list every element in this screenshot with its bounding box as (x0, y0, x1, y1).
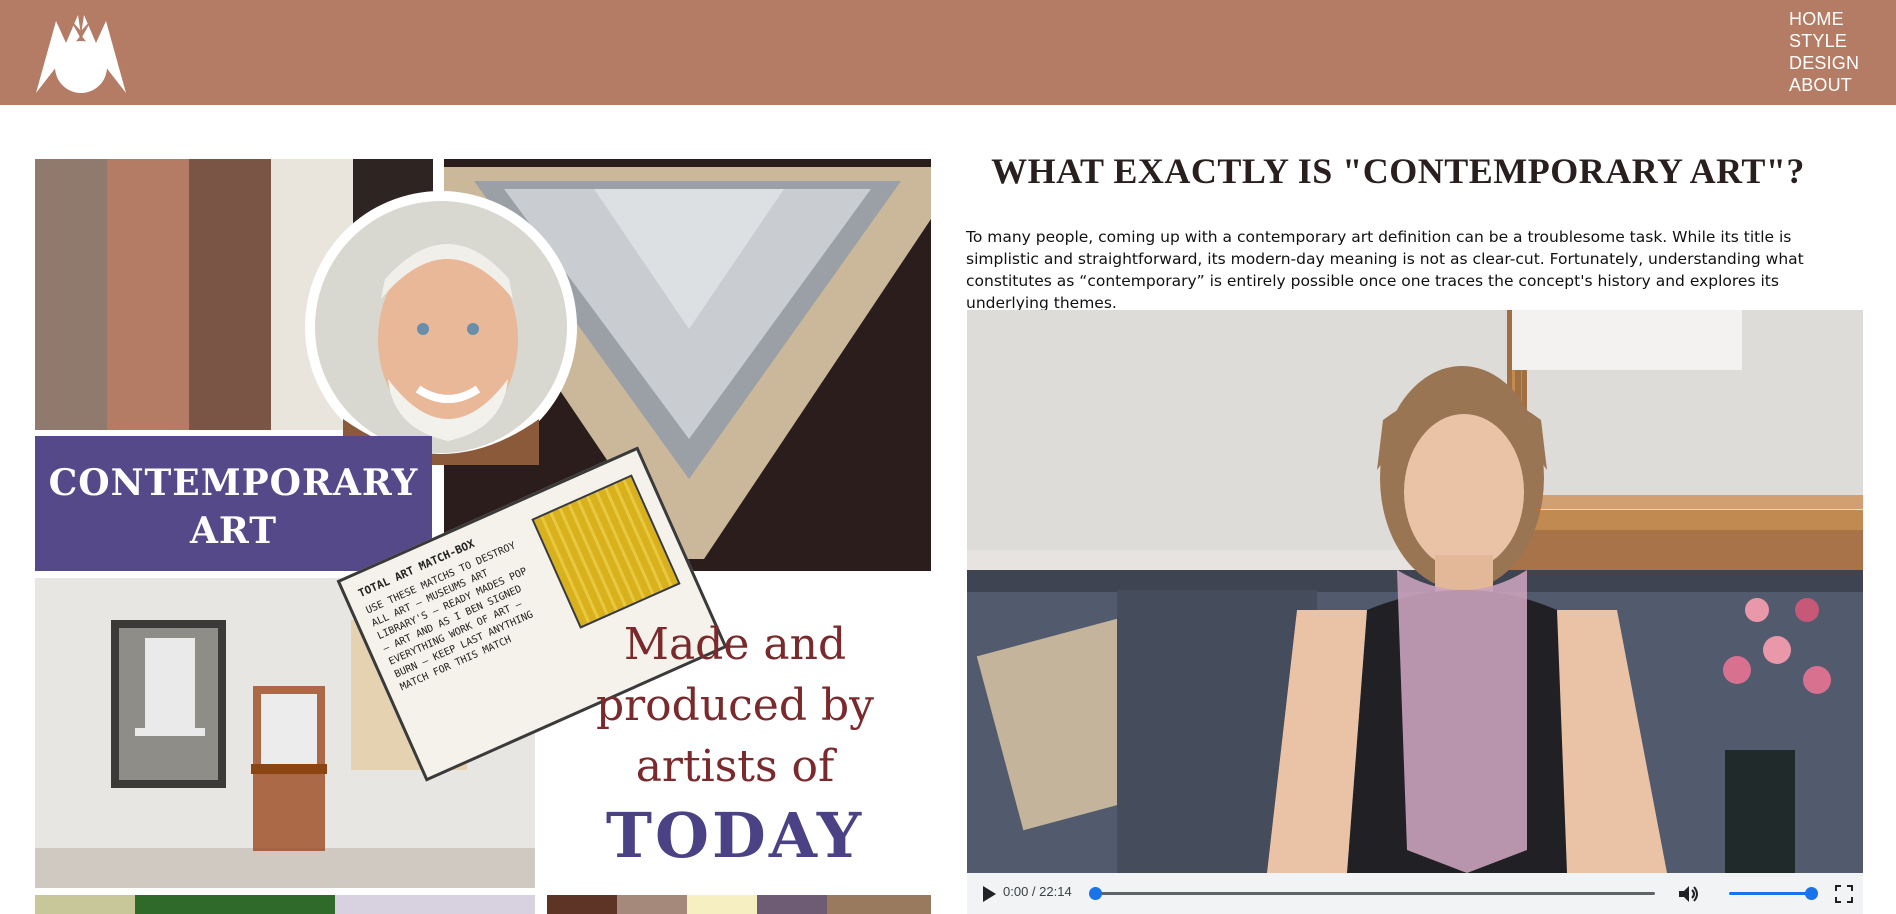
palette-swatch (547, 895, 617, 914)
palette-stripe (35, 159, 107, 430)
video-progress-thumb[interactable] (1089, 887, 1102, 900)
today-text: TODAY (605, 799, 865, 872)
palette-stripe (189, 159, 271, 430)
palette-swatch (757, 895, 827, 914)
nav-design[interactable]: DESIGN (1789, 52, 1859, 74)
article-title: WHAT EXACTLY IS "CONTEMPORARY ART"? (991, 151, 1805, 191)
site-header: HOME STYLE DESIGN ABOUT (0, 0, 1896, 105)
video-time: 0:00 / 22:14 (1003, 884, 1072, 899)
banner-line: ART (189, 510, 277, 552)
video-progress-bar[interactable] (1095, 892, 1655, 895)
fullscreen-icon[interactable] (1835, 885, 1853, 903)
video-frame (967, 310, 1863, 873)
article-intro: To many people, coming up with a contemp… (966, 228, 1804, 312)
made-line: Made and (623, 619, 847, 670)
palette-stripe (107, 159, 189, 430)
nav-home[interactable]: HOME (1789, 8, 1859, 30)
volume-slider[interactable] (1729, 892, 1812, 895)
banner-title: CONTEMPORARY ART (35, 459, 432, 555)
play-icon[interactable] (981, 885, 997, 903)
made-and-produced-text: Made and produced by artists of (545, 614, 925, 797)
nav-style[interactable]: STYLE (1789, 30, 1859, 52)
nav-about[interactable]: ABOUT (1789, 74, 1859, 96)
portrait-photo (305, 191, 577, 465)
video-player[interactable]: 0:00 / 22:14 (967, 310, 1863, 914)
volume-thumb[interactable] (1805, 887, 1818, 900)
palette-swatch (687, 895, 757, 914)
made-line: produced by (595, 680, 875, 731)
made-line: artists of (635, 741, 835, 792)
volume-icon[interactable] (1677, 883, 1699, 905)
bottom-image-strip (35, 895, 535, 914)
palette-swatch (617, 895, 687, 914)
site-logo[interactable] (36, 9, 126, 93)
contemporary-art-collage: CONTEMPORARY ART TOTAL ART MATCH-BOX USE… (35, 159, 931, 914)
video-controls: 0:00 / 22:14 (967, 873, 1863, 914)
main-nav: HOME STYLE DESIGN ABOUT (1789, 8, 1859, 96)
matchbox-text: USE THESE MATCHS TO DESTROY ALL ART — MU… (364, 540, 535, 694)
matches-icon (531, 474, 681, 629)
palette-swatch (827, 895, 931, 914)
banner-line: CONTEMPORARY (48, 462, 419, 504)
